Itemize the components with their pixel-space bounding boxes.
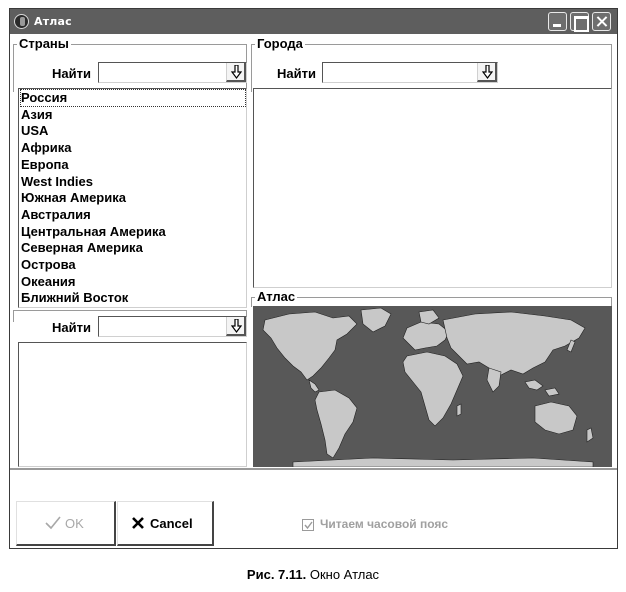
world-map[interactable] <box>253 306 612 467</box>
island-madagascar <box>456 403 462 417</box>
screenshot-stage: Атлас Страны Найти Россия Азия USA Африка Ев… <box>0 0 626 592</box>
figure-caption: Рис. 7.11. Окно Атлас <box>0 567 626 582</box>
countries-find-combo[interactable] <box>98 62 247 83</box>
country-list-item[interactable]: West Indies <box>21 174 93 190</box>
atlas-window: Атлас Страны Найти Россия Азия USA Африка Ев… <box>9 8 618 549</box>
country-list-item[interactable]: Африка <box>21 140 71 156</box>
close-button[interactable] <box>592 12 611 31</box>
cities-find-combo[interactable] <box>322 62 498 83</box>
ok-button[interactable]: OK <box>16 501 116 546</box>
countries-find-label: Найти <box>52 66 91 81</box>
cities-find-label: Найти <box>277 66 316 81</box>
arrow-down-icon <box>231 65 242 79</box>
country-list-item[interactable]: USA <box>21 123 48 139</box>
country-list-item[interactable]: Ближний Восток <box>21 290 128 306</box>
figure-number: Рис. 7.11. <box>246 567 307 582</box>
cities-list[interactable] <box>253 88 612 288</box>
country-list-item[interactable]: Южная Америка <box>21 190 126 206</box>
cancel-button-label: Cancel <box>150 516 193 531</box>
countries-group-label: Страны <box>17 36 71 52</box>
country-list-item[interactable]: Центральная Америка <box>21 224 166 240</box>
cities-group-label: Города <box>255 36 305 52</box>
bottom-panel: OK Cancel Читаем часовой пояс <box>10 470 617 548</box>
ok-button-label: OK <box>65 516 84 531</box>
arrow-down-icon <box>231 319 242 333</box>
timezone-checkbox[interactable] <box>302 519 314 531</box>
cancel-button[interactable]: Cancel <box>117 501 214 546</box>
second-find-label: Найти <box>52 320 91 335</box>
minimize-button[interactable] <box>548 12 567 31</box>
countries-list[interactable]: Россия Азия USA Африка Европа West Indies Южна… <box>18 88 247 308</box>
second-find-combo[interactable] <box>98 316 247 337</box>
title-bar[interactable]: Атлас <box>10 9 617 34</box>
check-mark-icon <box>304 521 313 530</box>
country-list-item[interactable]: Острова <box>21 257 76 273</box>
atlas-group-label: Атлас <box>255 289 298 305</box>
second-list[interactable] <box>18 342 247 467</box>
figure-caption-text: Окно Атлас <box>309 567 380 582</box>
arrow-down-icon <box>482 65 493 79</box>
maximize-button[interactable] <box>570 12 589 32</box>
country-list-item[interactable]: Азия <box>21 107 52 123</box>
country-list-item[interactable]: Океания <box>21 274 76 290</box>
check-mark-icon <box>45 516 61 530</box>
country-list-item[interactable]: Россия <box>20 89 246 107</box>
timezone-checkbox-label: Читаем часовой пояс <box>320 517 449 531</box>
app-globe-icon[interactable] <box>14 14 29 29</box>
second-find-dropdown-button[interactable] <box>226 317 246 336</box>
countries-find-dropdown-button[interactable] <box>226 63 246 82</box>
window-title: Атлас <box>34 15 72 28</box>
country-list-item[interactable]: Европа <box>21 157 69 173</box>
x-icon <box>132 517 144 529</box>
country-list-item[interactable]: Австралия <box>21 207 91 223</box>
cities-find-dropdown-button[interactable] <box>477 63 497 82</box>
country-list-item[interactable]: Северная Америка <box>21 240 143 256</box>
